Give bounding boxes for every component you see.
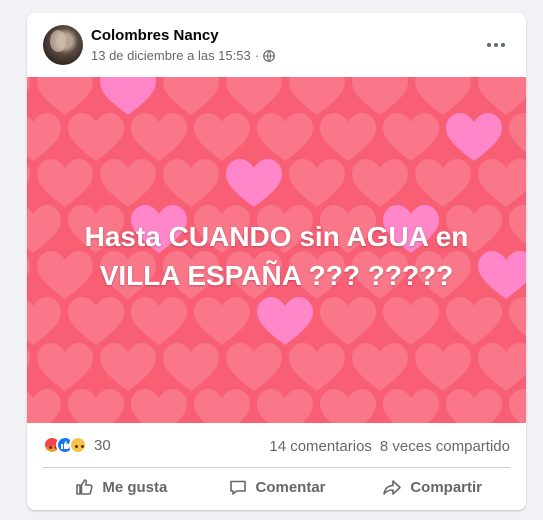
heart-decoration <box>509 113 526 153</box>
heart-decoration <box>352 77 408 115</box>
heart-decoration <box>163 159 219 207</box>
post-timestamp[interactable]: 13 de diciembre a las 15:53 <box>91 48 251 63</box>
comments-count[interactable]: 14 comentarios <box>269 438 372 455</box>
heart-decoration <box>446 113 502 161</box>
heart-decoration <box>383 113 439 161</box>
heart-decoration <box>320 113 376 161</box>
globe-icon[interactable] <box>263 49 275 62</box>
heart-decoration <box>163 343 219 391</box>
post-image[interactable]: Hasta CUANDO sin AGUA en VILLA ESPAÑA ??… <box>27 77 526 423</box>
heart-decoration <box>27 389 61 423</box>
heart-decoration <box>352 343 408 391</box>
heart-decoration <box>226 77 282 115</box>
heart-decoration <box>478 159 526 207</box>
comment-label: Comentar <box>255 478 326 496</box>
share-button[interactable]: Compartir <box>354 470 510 504</box>
heart-decoration <box>257 113 313 161</box>
heart-decoration <box>163 77 219 115</box>
post-text-line1: Hasta CUANDO sin AGUA en <box>84 221 469 252</box>
heart-decoration <box>37 343 93 391</box>
heart-decoration <box>27 297 61 345</box>
heart-decoration <box>383 389 439 423</box>
heart-decoration <box>415 343 471 391</box>
heart-decoration <box>68 113 124 161</box>
author-avatar[interactable] <box>43 25 83 65</box>
share-label: Compartir <box>410 478 483 496</box>
post-header: Colombres Nancy 13 de diciembre a las 15… <box>27 13 526 77</box>
heart-decoration <box>100 77 156 115</box>
heart-decoration <box>37 159 93 207</box>
actions-divider <box>43 467 510 468</box>
heart-decoration <box>226 159 282 207</box>
comment-icon <box>229 480 246 495</box>
heart-decoration <box>352 159 408 207</box>
heart-decoration <box>446 297 502 345</box>
shares-count[interactable]: 8 veces compartido <box>380 438 510 455</box>
heart-decoration <box>27 113 61 161</box>
heart-decoration <box>257 297 313 345</box>
heart-decoration <box>131 297 187 345</box>
post-stats: 30 14 comentarios 8 veces compartido <box>27 423 526 467</box>
like-button[interactable]: Me gusta <box>43 470 199 504</box>
post-card: Colombres Nancy 13 de diciembre a las 15… <box>27 13 526 510</box>
post-meta: 13 de diciembre a las 15:53 · <box>91 48 275 63</box>
engagement-counts: 14 comentarios 8 veces compartido <box>269 438 510 455</box>
heart-decoration <box>320 389 376 423</box>
heart-decoration <box>27 77 30 92</box>
heart-decoration <box>478 343 526 391</box>
heart-decoration <box>131 389 187 423</box>
meta-separator: · <box>254 48 260 63</box>
heart-decoration <box>194 389 250 423</box>
heart-decoration <box>27 164 30 184</box>
heart-decoration <box>37 77 93 115</box>
heart-decoration <box>289 159 345 207</box>
post-actions: Me gusta Comentar Compartir <box>43 470 510 504</box>
heart-decoration <box>257 389 313 423</box>
heart-decoration <box>289 77 345 115</box>
reactions-summary[interactable]: 30 <box>43 436 111 454</box>
heart-decoration <box>226 343 282 391</box>
like-label: Me gusta <box>102 478 168 496</box>
heart-decoration <box>415 159 471 207</box>
heart-decoration <box>383 297 439 345</box>
heart-decoration <box>478 77 526 115</box>
author-name[interactable]: Colombres Nancy <box>91 27 219 44</box>
heart-decoration <box>509 297 526 337</box>
sad-reaction-icon <box>69 436 87 454</box>
heart-decoration <box>509 389 526 423</box>
heart-decoration <box>27 348 30 368</box>
post-text: Hasta CUANDO sin AGUA en VILLA ESPAÑA ??… <box>27 217 526 295</box>
heart-decoration <box>194 113 250 161</box>
heart-decoration <box>446 389 502 423</box>
heart-decoration <box>194 297 250 345</box>
heart-decoration <box>100 343 156 391</box>
post-text-line2: VILLA ESPAÑA ??? ????? <box>99 260 454 291</box>
comment-button[interactable]: Comentar <box>199 470 355 504</box>
heart-decoration <box>289 343 345 391</box>
heart-decoration <box>100 159 156 207</box>
more-options-icon[interactable] <box>480 29 512 61</box>
thumbs-up-icon <box>76 479 93 495</box>
heart-decoration <box>320 297 376 345</box>
heart-decoration <box>68 297 124 345</box>
heart-decoration <box>68 389 124 423</box>
heart-decoration <box>131 113 187 161</box>
heart-decoration <box>415 77 471 115</box>
reaction-count[interactable]: 30 <box>94 437 111 454</box>
share-icon <box>383 480 402 495</box>
